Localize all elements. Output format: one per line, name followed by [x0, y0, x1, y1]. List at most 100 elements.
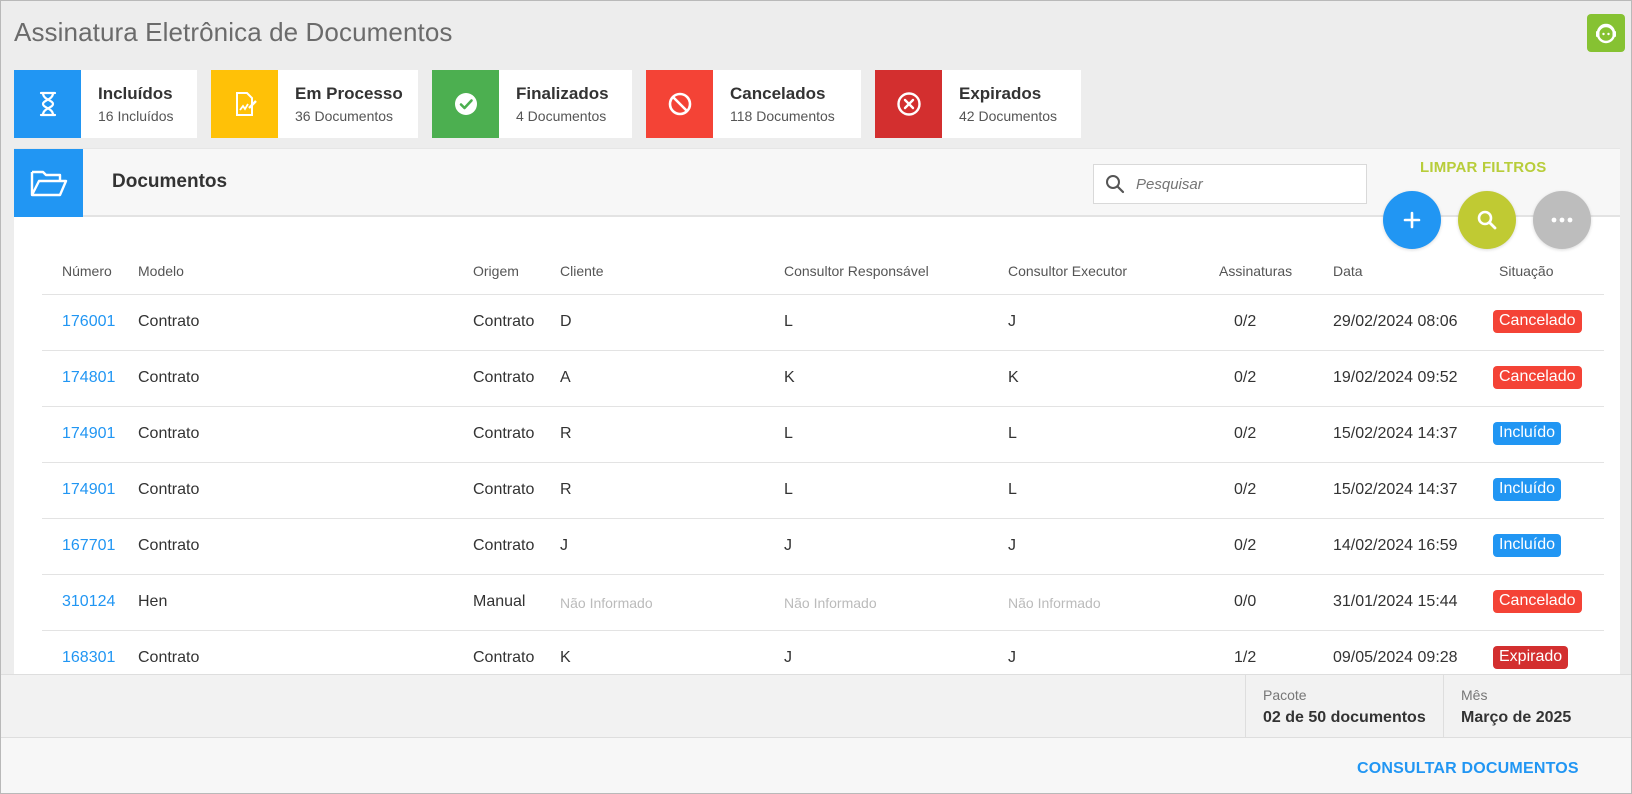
month-info: Mês Março de 2025: [1443, 675, 1631, 739]
cell-cliente: K: [560, 649, 571, 666]
consult-documents-button[interactable]: CONSULTAR DOCUMENTOS: [1357, 760, 1579, 778]
support-button[interactable]: [1587, 14, 1625, 52]
stat-count: 118 Documentos: [730, 108, 835, 124]
cell-executor: J: [1008, 649, 1016, 666]
column-header[interactable]: Consultor Executor: [1008, 263, 1127, 279]
table-row[interactable]: 167701 Contrato Contrato J J J 0/2 14/02/2024 1…: [42, 519, 1604, 575]
cell-executor: Não Informado: [1008, 595, 1101, 611]
block-icon: [646, 70, 713, 138]
stat-label: Expirados: [959, 84, 1042, 103]
table-header: Número Modelo Origem Cliente Consultor R…: [42, 248, 1604, 295]
clear-filters-button[interactable]: LIMPAR FILTROS: [1420, 159, 1546, 176]
stat-card-finalizados[interactable]: Finalizados 4 Documentos: [432, 70, 632, 138]
column-header[interactable]: Número: [62, 263, 112, 279]
column-header[interactable]: Data: [1333, 263, 1363, 279]
cell-modelo: Contrato: [138, 313, 200, 330]
cell-responsavel: J: [784, 537, 792, 554]
document-number-link[interactable]: 167701: [62, 537, 115, 555]
cell-responsavel: L: [784, 313, 793, 330]
app-window: Assinatura Eletrônica de Documentos Incl…: [0, 0, 1632, 794]
stat-label: Em Processo: [295, 84, 403, 103]
document-number-link[interactable]: 174901: [62, 481, 115, 499]
table-row[interactable]: 174801 Contrato Contrato A K K 0/2 19/02/2024 0…: [42, 351, 1604, 407]
cell-data: 15/02/2024 14:37: [1333, 481, 1458, 498]
more-options-button[interactable]: [1533, 191, 1591, 249]
stat-count: 42 Documentos: [959, 108, 1058, 124]
cell-responsavel: K: [784, 369, 795, 386]
column-header[interactable]: Assinaturas: [1219, 263, 1292, 279]
cell-origem: Manual: [473, 593, 526, 610]
stat-card-cancelados[interactable]: Cancelados 118 Documentos: [646, 70, 861, 138]
table-row[interactable]: 310124 Hen Manual Não Informado Não Informad…: [42, 575, 1604, 631]
cell-assinaturas: 0/2: [1234, 425, 1257, 442]
cell-cliente: R: [560, 425, 572, 442]
package-value: 02 de 50 documentos: [1263, 709, 1426, 726]
status-badge: Cancelado: [1493, 590, 1582, 613]
cell-data: 14/02/2024 16:59: [1333, 537, 1458, 554]
status-badge: Cancelado: [1493, 366, 1582, 389]
plus-icon: [1403, 211, 1421, 229]
cell-executor: K: [1008, 369, 1019, 386]
table-body: 176001 Contrato Contrato D L J 0/2 29/02/2024 0…: [42, 295, 1604, 687]
cell-assinaturas: 0/2: [1234, 313, 1257, 330]
more-horizontal-icon: [1551, 217, 1573, 223]
cell-assinaturas: 0/2: [1234, 537, 1257, 554]
document-number-link[interactable]: 174901: [62, 425, 115, 443]
cell-executor: J: [1008, 537, 1016, 554]
filter-search-button[interactable]: [1458, 191, 1516, 249]
check-circle-icon: [432, 70, 499, 138]
cell-origem: Contrato: [473, 649, 535, 666]
folder-open-icon: [14, 149, 83, 217]
column-header[interactable]: Situação: [1499, 263, 1553, 279]
page-title: Assinatura Eletrônica de Documentos: [14, 17, 453, 47]
status-badge: Incluído: [1493, 478, 1562, 501]
stat-count: 36 Documentos: [295, 108, 394, 124]
document-number-link[interactable]: 168301: [62, 649, 115, 667]
stat-count: 4 Documentos: [516, 108, 607, 124]
cell-origem: Contrato: [473, 425, 535, 442]
column-header[interactable]: Consultor Responsável: [784, 263, 929, 279]
add-document-button[interactable]: [1383, 191, 1441, 249]
cell-assinaturas: 1/2: [1234, 649, 1257, 666]
stat-label: Finalizados: [516, 84, 609, 103]
column-header[interactable]: Cliente: [560, 263, 604, 279]
document-number-link[interactable]: 310124: [62, 593, 115, 611]
cell-modelo: Contrato: [138, 649, 200, 666]
cell-origem: Contrato: [473, 481, 535, 498]
panel-header: Documentos LIMPAR FILTROS: [14, 149, 1620, 217]
stat-label: Cancelados: [730, 84, 826, 103]
cell-cliente: D: [560, 313, 572, 330]
cell-cliente: Não Informado: [560, 595, 653, 611]
status-badge: Expirado: [1493, 646, 1569, 669]
cell-modelo: Contrato: [138, 369, 200, 386]
column-header[interactable]: Origem: [473, 263, 519, 279]
cell-assinaturas: 0/2: [1234, 481, 1257, 498]
panel-title: Documentos: [112, 171, 228, 192]
stat-card-incluidos[interactable]: Incluídos 16 Incluídos: [14, 70, 197, 138]
stat-card-em-processo[interactable]: Em Processo 36 Documentos: [211, 70, 418, 138]
column-header[interactable]: Modelo: [138, 263, 184, 279]
cell-responsavel: L: [784, 425, 793, 442]
search-icon: [1477, 210, 1497, 230]
support-agent-icon: [1596, 23, 1616, 44]
cell-data: 29/02/2024 08:06: [1333, 313, 1458, 330]
table-row[interactable]: 176001 Contrato Contrato D L J 0/2 29/02/2024 0…: [42, 295, 1604, 351]
cell-cliente: A: [560, 369, 571, 386]
search-field[interactable]: [1093, 164, 1367, 204]
cell-executor: L: [1008, 425, 1017, 442]
table-row[interactable]: 174901 Contrato Contrato R L L 0/2 15/02/2024 1…: [42, 463, 1604, 519]
table-row[interactable]: 174901 Contrato Contrato R L L 0/2 15/02/2024 1…: [42, 407, 1604, 463]
package-info: Pacote 02 de 50 documentos: [1245, 675, 1443, 739]
x-circle-icon: [875, 70, 942, 138]
search-input[interactable]: [1136, 175, 1356, 193]
month-label: Mês: [1461, 687, 1488, 703]
cell-responsavel: J: [784, 649, 792, 666]
stat-count: 16 Incluídos: [98, 108, 174, 124]
document-number-link[interactable]: 176001: [62, 313, 115, 331]
cell-responsavel: Não Informado: [784, 595, 877, 611]
document-number-link[interactable]: 174801: [62, 369, 115, 387]
stat-card-expirados[interactable]: Expirados 42 Documentos: [875, 70, 1081, 138]
cell-responsavel: L: [784, 481, 793, 498]
cell-data: 09/05/2024 09:28: [1333, 649, 1458, 666]
search-icon: [1094, 174, 1136, 194]
